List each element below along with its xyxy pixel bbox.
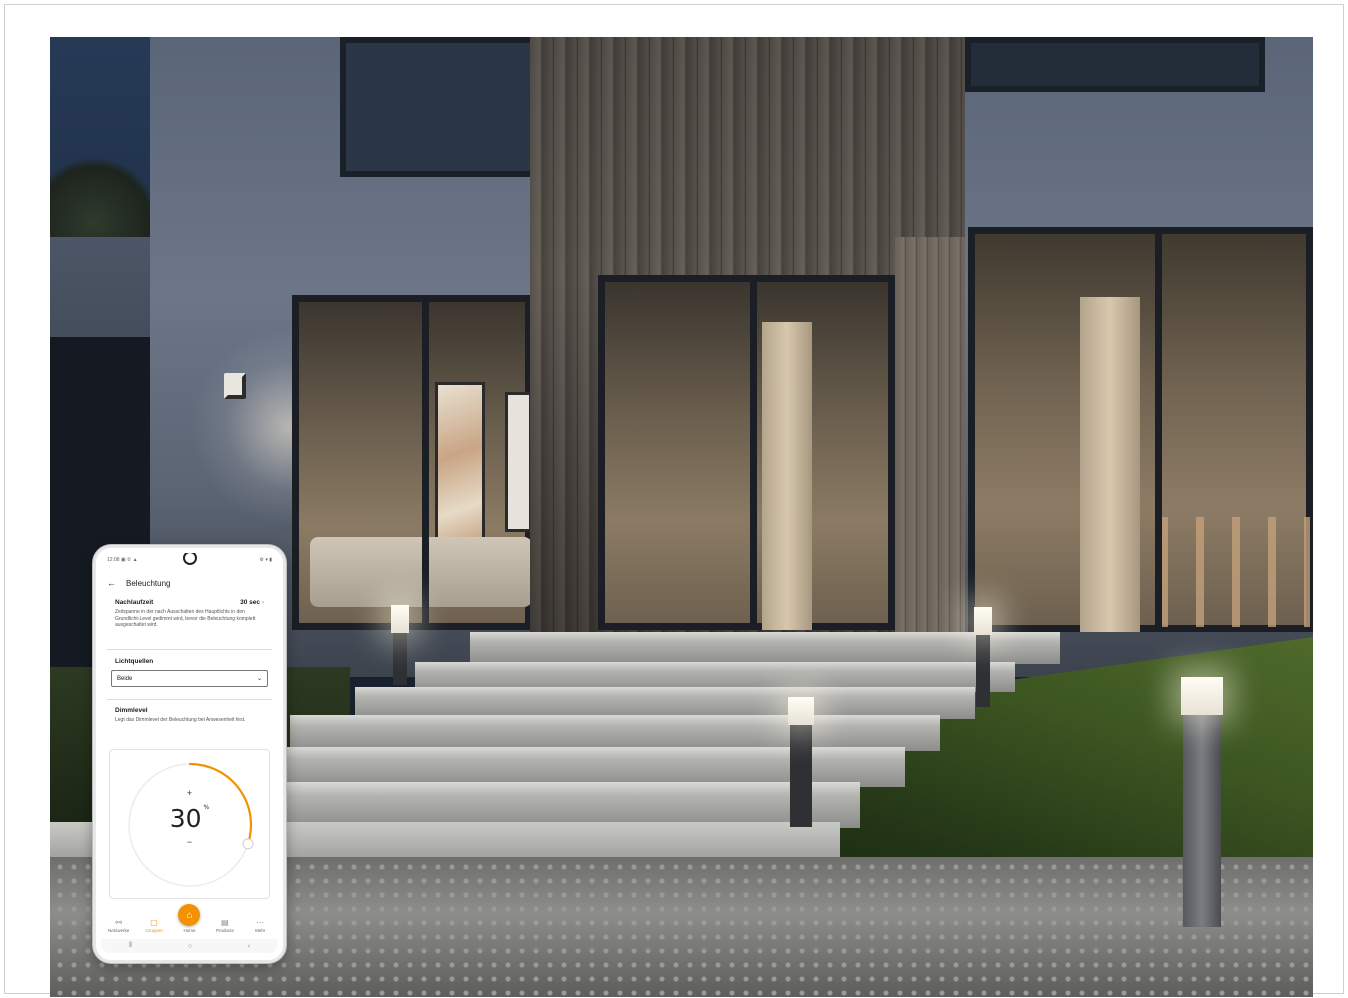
tab-home[interactable]: ⌂ Home [174,904,204,933]
back-icon[interactable]: ‹ [248,943,250,950]
window-mullion [750,275,757,630]
window-mullion [422,295,429,630]
tab-label: Gruppen [145,928,163,933]
window-mullion [1155,227,1162,632]
stair-step [470,632,1060,664]
nachlaufzeit-value[interactable]: 30 sec › [240,599,264,606]
arrow-left-icon[interactable]: ← [107,578,116,588]
stair-step [290,715,940,751]
android-nav-bar: ⦀ ○ ‹ [101,939,278,953]
nachlaufzeit-section[interactable]: Nachlaufzeit 30 sec › Zeitspanne in der … [115,599,264,629]
bottom-tab-bar: ⚯ Netzwerke ▢ Gruppen ⌂ Home ▤ Products … [101,904,278,937]
bollard-light [788,697,814,827]
wall-lamp [224,373,246,399]
more-icon: ⋯ [256,918,265,927]
dimmlevel-title: Dimmlevel [115,707,148,714]
status-time: 12:08 [107,557,120,563]
sofa [310,537,532,607]
tab-label: Products [215,928,234,933]
tab-label: Mehr [255,928,266,933]
products-icon: ▤ [221,918,229,927]
chevron-right-icon: › [261,599,264,606]
nachlaufzeit-description: Zeitspanne in der nach Ausschalten des H… [115,609,256,628]
recents-icon[interactable]: ⦀ [129,942,132,950]
home-circle-icon[interactable]: ○ [188,943,192,950]
wall-art [435,382,485,562]
nachlaufzeit-title: Nachlaufzeit [115,599,154,606]
chevron-down-icon: ⌄ [256,676,262,682]
home-icon: ⌂ [178,904,201,926]
upper-window [340,37,540,177]
status-icons-left: ▣ ✆ ▲ [120,557,138,563]
wood-pillar [895,237,965,637]
dial-minus-button[interactable]: − [110,837,269,847]
smartphone: 12:08 ▣ ✆ ▲ ⚙ ▾ ▮ ← Beleuchtung Nachlauf… [93,545,286,963]
divider [107,699,272,700]
interior-column [1080,297,1140,632]
upper-window-right [965,37,1265,92]
dimmlevel-description: Legt das Dimmlevel der Beleuchtung bei A… [115,717,246,723]
lichtquellen-title: Lichtquellen [115,658,154,665]
divider [107,649,272,650]
tab-mehr[interactable]: ⋯ Mehr [245,918,275,933]
tab-netzwerke[interactable]: ⚯ Netzwerke [104,918,134,933]
dining-chairs [1160,517,1310,627]
tab-label: Home [183,928,196,933]
phone-screen: 12:08 ▣ ✆ ▲ ⚙ ▾ ▮ ← Beleuchtung Nachlauf… [101,553,278,955]
tab-products[interactable]: ▤ Products [210,918,240,933]
lichtquellen-selected: Beide [117,675,133,682]
dial-plus-button[interactable]: + [110,788,269,798]
groups-icon: ▢ [150,918,158,927]
dimmlevel-value: 30% [169,804,210,833]
page-title: Beleuchtung [126,578,171,588]
lichtquellen-section: Lichtquellen Beide ⌄ [111,658,268,687]
app-bar: ← Beleuchtung [107,575,272,591]
wall-art-small [505,392,532,532]
network-icon: ⚯ [115,918,123,927]
bollard-light-large [1181,677,1223,927]
dimmlevel-dial-card: + 30% − [109,749,270,899]
tab-gruppen[interactable]: ▢ Gruppen [139,918,169,933]
bollard-light [391,605,409,685]
interior-column [762,322,812,630]
tab-label: Netzwerke [108,928,130,933]
bollard-light [974,607,992,707]
status-icons-right: ⚙ ▾ ▮ [259,557,272,563]
dimmlevel-section: Dimmlevel Legt das Dimmlevel der Beleuch… [115,707,264,724]
lichtquellen-select[interactable]: Beide ⌄ [111,670,268,687]
status-bar: 12:08 ▣ ✆ ▲ ⚙ ▾ ▮ [107,557,272,567]
dimmlevel-unit: % [203,804,210,811]
window-center [598,275,895,630]
